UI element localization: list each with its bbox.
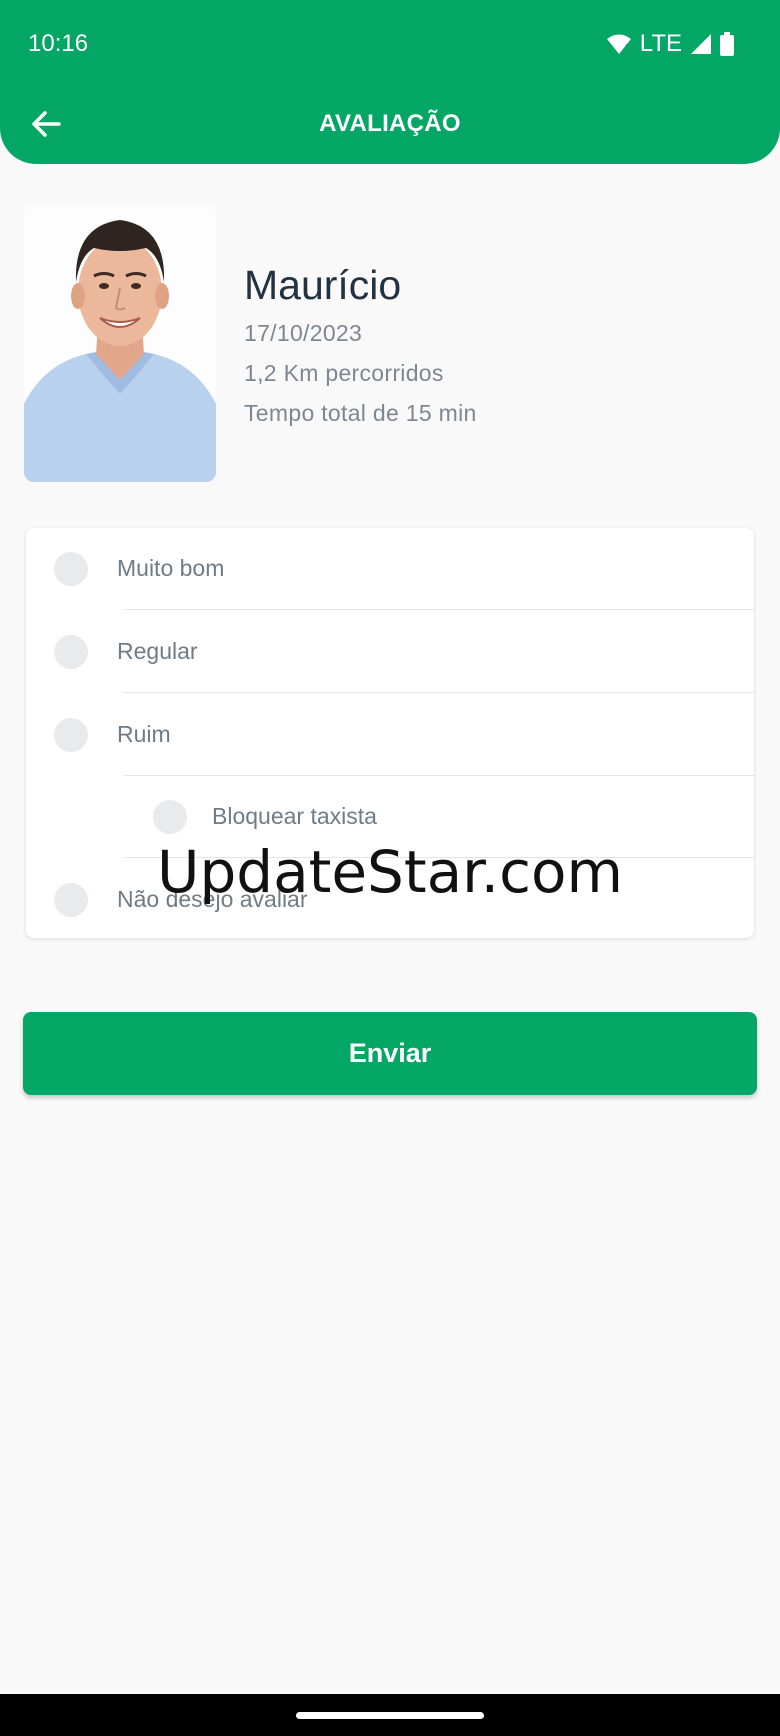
status-time: 10:16 xyxy=(28,30,89,57)
wifi-icon xyxy=(606,33,632,55)
signal-icon xyxy=(690,33,712,55)
radio-button[interactable] xyxy=(54,635,88,669)
watermark: UpdateStar.com xyxy=(157,838,623,906)
home-handle[interactable] xyxy=(296,1712,484,1719)
radio-button[interactable] xyxy=(54,718,88,752)
send-button[interactable]: Enviar xyxy=(23,1012,757,1095)
radio-button[interactable] xyxy=(153,800,187,834)
driver-name: Maurício xyxy=(244,262,402,308)
status-icons: LTE xyxy=(606,29,734,59)
option-label: Regular xyxy=(117,638,198,664)
navigation-bar xyxy=(0,1694,780,1736)
radio-button[interactable] xyxy=(54,552,88,586)
divider xyxy=(124,609,754,610)
trip-date: 17/10/2023 xyxy=(244,320,363,346)
battery-icon xyxy=(720,32,734,56)
option-regular[interactable]: Regular xyxy=(26,611,754,693)
app-bar: 10:16 LTE AVALIAÇÃO xyxy=(0,0,780,164)
divider xyxy=(124,692,754,693)
driver-photo xyxy=(24,204,216,482)
page-title: AVALIAÇÃO xyxy=(319,110,461,137)
trip-duration: Tempo total de 15 min xyxy=(244,400,477,426)
option-ruim[interactable]: Ruim xyxy=(26,694,754,776)
option-label: Muito bom xyxy=(117,555,225,581)
network-type: LTE xyxy=(639,30,682,57)
option-label: Bloquear taxista xyxy=(212,803,377,829)
option-muito-bom[interactable]: Muito bom xyxy=(26,528,754,610)
option-label: Ruim xyxy=(117,721,171,747)
trip-distance: 1,2 Km percorridos xyxy=(244,360,444,386)
